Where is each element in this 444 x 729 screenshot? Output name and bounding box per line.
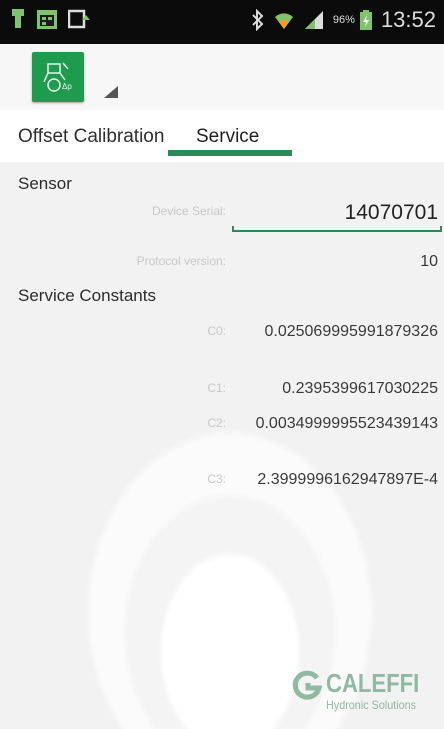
status-bar: 96% 13:52: [0, 0, 444, 44]
clock: 13:52: [380, 7, 436, 32]
c1-value: 0.2395399617030225: [282, 380, 438, 397]
status-right-icons: 96% 13:52: [251, 7, 436, 33]
c0-label: C0:: [207, 324, 226, 338]
c0-value: 0.025069995991879326: [264, 323, 438, 340]
tab-selected-indicator: [168, 150, 292, 156]
screen-share-icon: [68, 9, 90, 29]
calendar-icon: [37, 10, 57, 29]
c2-value: 0.0034999995523439143: [255, 415, 438, 432]
action-bar: Δp: [0, 44, 444, 111]
protocol-version-label: Protocol version:: [136, 254, 226, 268]
battery-icon: [359, 10, 372, 30]
logo-tagline: Hydronic Solutions: [326, 698, 417, 712]
c3-label: C3:: [207, 472, 226, 486]
c2-label: C2:: [207, 416, 226, 430]
bluetooth-icon: [252, 9, 264, 31]
device-serial-underline: [232, 226, 442, 232]
device-serial-label: Device Serial:: [151, 204, 226, 218]
service-constants-section-title: Service Constants: [18, 286, 156, 305]
spinner-dropdown-icon[interactable]: [104, 86, 118, 98]
caleffi-logo-mark-icon: [292, 670, 322, 700]
c3-value: 2.3999996162947897E-4: [257, 471, 438, 488]
tab-offset-calibration[interactable]: Offset Calibration: [18, 126, 164, 148]
app-icon[interactable]: Δp: [32, 52, 84, 102]
caleffi-logo: CALEFFI Hydronic Solutions: [292, 668, 432, 718]
tab-service[interactable]: Service: [196, 126, 259, 148]
sensor-app-icon: Δp: [43, 62, 72, 92]
tab-bar: Offset Calibration Service: [0, 110, 444, 164]
service-content[interactable]: Sensor Device Serial: Protocol version: …: [0, 162, 444, 729]
sensor-section-title: Sensor: [18, 174, 72, 193]
battery-percent: 96%: [332, 14, 355, 26]
svg-text:Δp: Δp: [62, 82, 72, 91]
signal-icon: [304, 11, 323, 29]
torch-icon: [12, 9, 24, 28]
status-left-icons: [10, 8, 92, 30]
device-serial-field[interactable]: [236, 196, 440, 230]
protocol-version-value: 10: [420, 253, 438, 270]
logo-wordmark: CALEFFI: [326, 668, 420, 698]
c1-label: C1:: [207, 381, 226, 395]
wifi-icon: [274, 13, 293, 29]
